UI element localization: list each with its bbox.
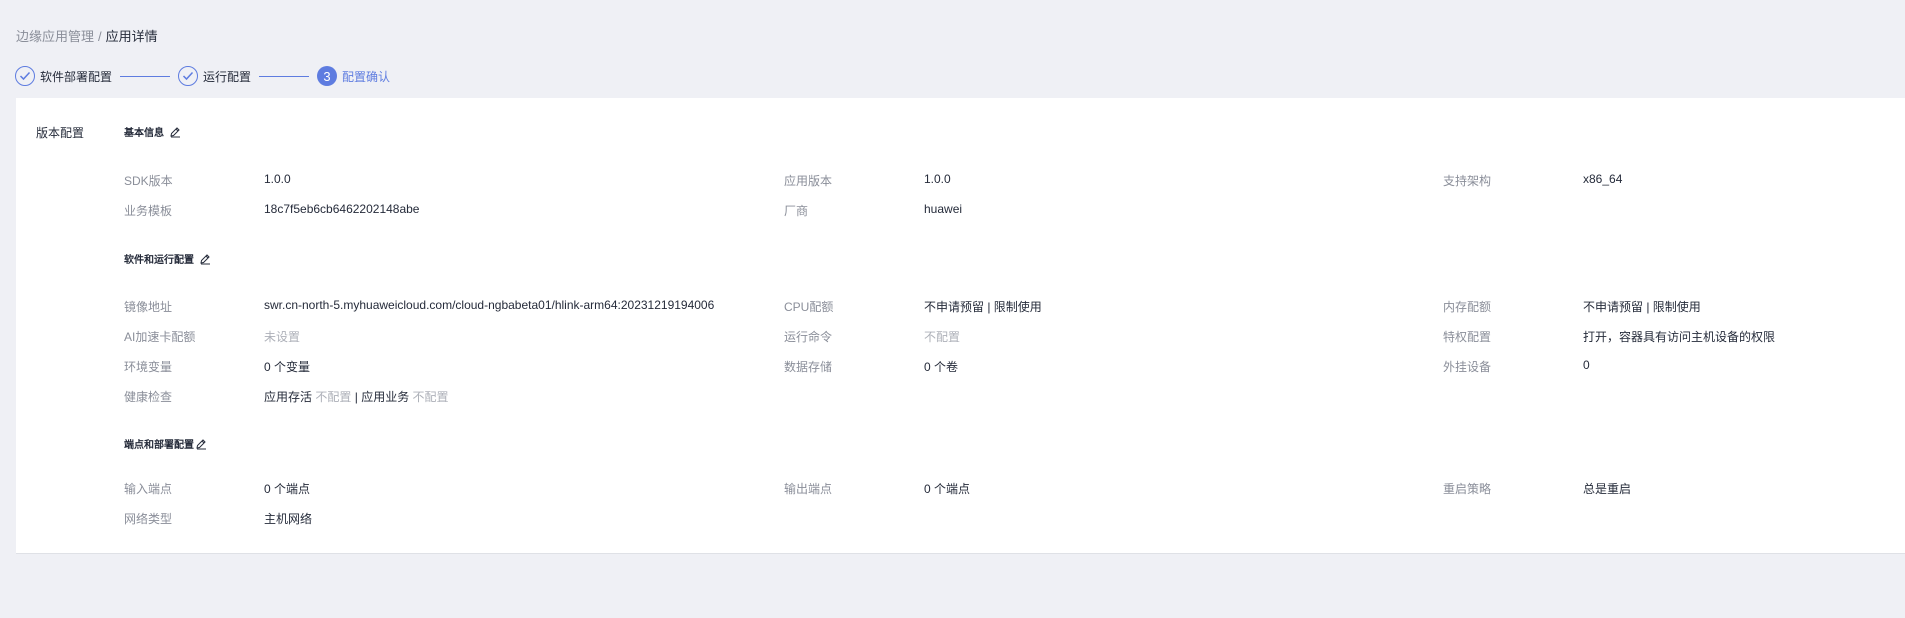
external-devices-label: 外挂设备 — [1443, 360, 1492, 374]
step-connector — [120, 75, 171, 77]
step-label: 配置确认 — [342, 69, 391, 84]
step-label: 运行配置 — [203, 69, 252, 84]
readiness-label: 应用业务 — [361, 390, 410, 404]
step-software-deploy: 软件部署配置 — [15, 66, 112, 86]
ai-accelerator-value: 未设置 — [264, 330, 301, 344]
arch-value: x86_64 — [1583, 172, 1623, 186]
breadcrumb-parent-link[interactable]: 边缘应用管理 — [16, 29, 94, 44]
breadcrumb: 边缘应用管理 / 应用详情 — [16, 26, 158, 45]
section-title-text: 端点和部署配置 — [124, 440, 194, 451]
breadcrumb-separator: / — [98, 29, 102, 44]
external-devices-value: 0 — [1583, 358, 1590, 372]
step-connector — [259, 75, 310, 77]
data-storage-label: 数据存储 — [784, 360, 833, 374]
sdk-version-label: SDK版本 — [124, 174, 173, 188]
template-label: 业务模板 — [124, 204, 173, 218]
step-label: 软件部署配置 — [40, 69, 113, 84]
step-runtime-config: 运行配置 — [178, 66, 251, 86]
liveness-label: 应用存活 — [264, 390, 313, 404]
data-storage-value: 0 个卷 — [924, 360, 959, 374]
endpoints-deploy-title: 端点和部署配置 — [124, 436, 207, 451]
version-config-label: 版本配置 — [36, 126, 85, 140]
section-title-text: 软件和运行配置 — [124, 255, 194, 266]
restart-policy-value: 总是重启 — [1583, 482, 1632, 496]
step-number: 3 — [317, 66, 338, 86]
check-icon — [15, 66, 35, 86]
env-vars-label: 环境变量 — [124, 360, 173, 374]
health-check-label: 健康检查 — [124, 390, 173, 404]
edit-icon[interactable] — [195, 438, 207, 450]
vendor-label: 厂商 — [784, 204, 809, 218]
app-version-value: 1.0.0 — [924, 172, 951, 186]
run-command-label: 运行命令 — [784, 330, 833, 344]
cpu-quota-label: CPU配额 — [784, 300, 834, 314]
output-endpoints-value: 0 个端点 — [924, 482, 971, 496]
software-runtime-title: 软件和运行配置 — [124, 251, 211, 266]
basic-info-title: 基本信息 — [124, 124, 181, 139]
template-value: 18c7f5eb6cb6462202148abe — [264, 202, 420, 216]
memory-quota-value: 不申请预留 | 限制使用 — [1583, 300, 1701, 314]
run-command-value: 不配置 — [924, 330, 961, 344]
memory-quota-label: 内存配额 — [1443, 300, 1492, 314]
health-separator: | — [354, 390, 358, 404]
liveness-value: 不配置 — [315, 390, 352, 404]
privilege-label: 特权配置 — [1443, 330, 1492, 344]
readiness-value: 不配置 — [412, 390, 449, 404]
privilege-value: 打开，容器具有访问主机设备的权限 — [1583, 330, 1776, 344]
env-vars-value: 0 个变量 — [264, 360, 311, 374]
sdk-version-value: 1.0.0 — [264, 172, 291, 186]
section-title-text: 基本信息 — [124, 128, 164, 139]
input-endpoints-label: 输入端点 — [124, 482, 173, 496]
image-address-label: 镜像地址 — [124, 300, 173, 314]
step-confirm: 3 配置确认 — [317, 66, 390, 86]
config-confirm-card: 版本配置 基本信息 SDK版本 1.0.0 应用版本 1.0.0 支持架构 x8… — [16, 98, 1905, 554]
edit-icon[interactable] — [199, 253, 211, 265]
health-check-value: 应用存活 不配置 | 应用业务 不配置 — [264, 388, 449, 405]
image-address-value: swr.cn-north-5.myhuaweicloud.com/cloud-n… — [264, 298, 715, 312]
network-type-label: 网络类型 — [124, 512, 173, 526]
app-version-label: 应用版本 — [784, 174, 833, 188]
check-icon — [178, 66, 199, 86]
cpu-quota-value: 不申请预留 | 限制使用 — [924, 300, 1042, 314]
step-indicator: 软件部署配置 运行配置 3 配置确认 — [15, 65, 390, 87]
edit-icon[interactable] — [169, 126, 181, 138]
restart-policy-label: 重启策略 — [1443, 482, 1492, 496]
vendor-value: huawei — [924, 202, 963, 216]
output-endpoints-label: 输出端点 — [784, 482, 833, 496]
ai-accelerator-label: AI加速卡配额 — [124, 330, 196, 344]
network-type-value: 主机网络 — [264, 512, 313, 526]
arch-label: 支持架构 — [1443, 174, 1492, 188]
input-endpoints-value: 0 个端点 — [264, 482, 311, 496]
page-title: 应用详情 — [105, 29, 158, 44]
